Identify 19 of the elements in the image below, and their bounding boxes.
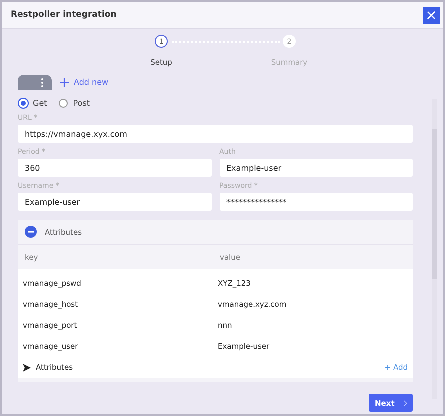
scrollbar[interactable] [432, 99, 437, 399]
input-field[interactable]: 360 [18, 159, 212, 177]
input-field[interactable]: *************** [220, 193, 413, 211]
radio-button[interactable] [59, 99, 68, 108]
tab-pill[interactable] [18, 75, 52, 90]
plus-icon [60, 78, 69, 87]
chevron-right-icon [404, 398, 407, 408]
kebab-icon [41, 78, 44, 88]
collapse-icon[interactable] [25, 226, 37, 238]
window-title: Restpoller integration [11, 10, 117, 20]
add-new-link[interactable]: Add new [60, 78, 109, 87]
arrowhead-icon[interactable] [23, 364, 31, 372]
radio-option[interactable]: Get [19, 99, 48, 108]
radio-option[interactable]: Post [59, 99, 90, 108]
input-field[interactable]: Example-user [220, 159, 413, 177]
input-field[interactable]: Example-user [18, 193, 212, 211]
input-field[interactable]: https://vmanage.xyx.com [18, 125, 413, 143]
close-icon [427, 10, 436, 20]
close-button[interactable] [423, 6, 440, 24]
